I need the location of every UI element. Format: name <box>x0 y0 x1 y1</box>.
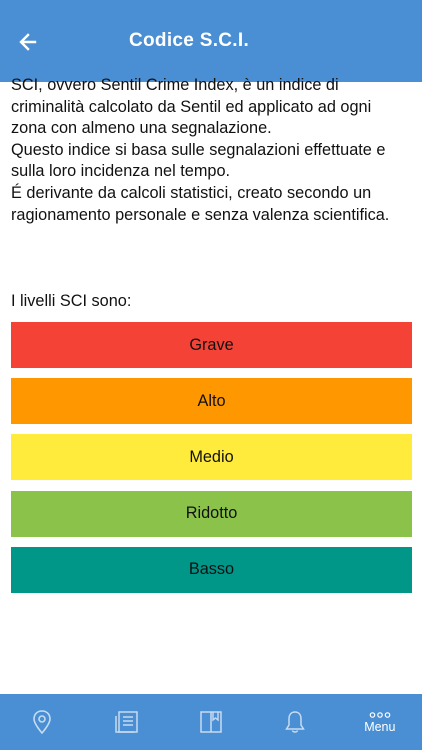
tab-reports[interactable] <box>84 694 168 750</box>
sci-description: SCI, ovvero Sentil Crime Index, è un ind… <box>11 76 390 224</box>
app-header: Codice S.C.I. <box>0 0 422 82</box>
bell-icon <box>285 711 306 733</box>
level-label: Grave <box>189 335 234 354</box>
level-label: Ridotto <box>185 504 238 523</box>
tab-notifications[interactable] <box>253 694 337 750</box>
arrow-left-icon <box>19 33 37 51</box>
bookmark-book-icon <box>200 711 222 733</box>
levels-heading: I livelli SCI sono: <box>11 292 132 310</box>
back-button[interactable] <box>12 26 44 58</box>
levels-list: Grave Alto Medio Ridotto Basso <box>11 322 412 603</box>
level-label: Basso <box>188 560 235 579</box>
bottom-tab-bar: Menu <box>0 694 422 750</box>
more-dots-icon <box>369 711 391 718</box>
list-document-icon <box>114 711 138 733</box>
level-label: Alto <box>197 391 226 410</box>
level-medio[interactable]: Medio <box>11 434 412 481</box>
tab-map[interactable] <box>0 694 84 750</box>
description-block: SCI, ovvero Sentil Crime Index, è un ind… <box>11 75 413 226</box>
tab-menu[interactable]: Menu <box>338 694 422 750</box>
level-label: Medio <box>189 447 234 466</box>
tab-saved[interactable] <box>169 694 253 750</box>
level-grave[interactable]: Grave <box>11 322 412 368</box>
level-basso[interactable]: Basso <box>11 546 412 593</box>
level-alto[interactable]: Alto <box>11 378 412 425</box>
page-title: Codice S.C.I. <box>129 30 250 51</box>
tab-menu-label: Menu <box>364 719 396 734</box>
level-ridotto[interactable]: Ridotto <box>11 490 412 537</box>
map-pin-icon <box>33 710 52 735</box>
